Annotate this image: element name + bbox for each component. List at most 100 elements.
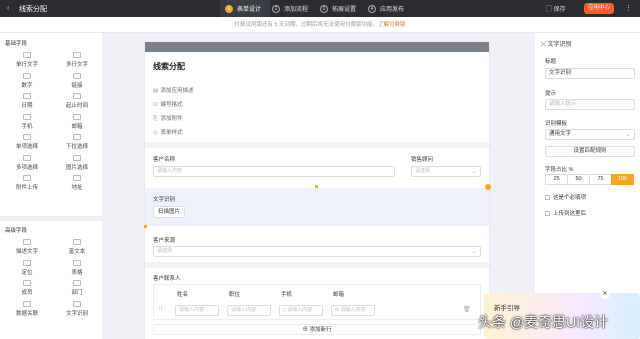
hint-label: 提示 <box>545 91 557 97</box>
width-option-75[interactable]: 75 <box>589 174 612 185</box>
customer-name-label: 客户名称 <box>153 157 176 163</box>
field-item-label: 数据关联 <box>15 310 38 317</box>
section-gap <box>145 142 489 148</box>
field-item-label: 下拉选择 <box>65 144 88 150</box>
form-title[interactable]: 线索分配 <box>153 61 185 72</box>
step-number: 3 <box>320 4 328 13</box>
step-label: 拓展设置 <box>332 7 357 13</box>
save-label: 保存 <box>553 7 566 13</box>
field-type-icon <box>73 259 81 266</box>
ocr-icon: ⤫ <box>541 42 546 48</box>
width-option-50[interactable]: 50 <box>567 174 590 185</box>
step-publish[interactable]: 4 应用发布 <box>368 0 418 17</box>
field-type-icon <box>23 93 31 99</box>
field-type-icon <box>23 239 31 245</box>
step-number: 1 <box>225 4 233 13</box>
option-add-description[interactable]: ▤ 添加应用描述 <box>153 86 194 94</box>
option-label: 添加附件 <box>160 116 183 122</box>
scan-image-button[interactable]: 扫描图片 <box>153 206 185 218</box>
step-nav: 1 表单设计 2 添加流程 3 拓展设置 4 应用发布 <box>220 0 420 17</box>
field-type-icon <box>73 134 81 140</box>
required-checkbox[interactable]: 这是个必填项 <box>545 193 586 201</box>
style-icon: ◎ <box>153 130 158 136</box>
upload-checkbox[interactable]: 上传到这里后 <box>545 209 586 217</box>
option-form-style[interactable]: ◎ 表单样式 <box>153 128 183 136</box>
field-item-label: 富文本 <box>68 249 86 255</box>
option-number-format[interactable]: ☑ 编号格式 <box>153 100 183 108</box>
field-item-label: 手机 <box>21 123 33 130</box>
save-button[interactable]: ▢ 保存 <box>546 4 566 13</box>
watermark: 头条 @麦奇思UI设计 <box>478 314 609 330</box>
notice-link[interactable]: 了解付费版 <box>378 22 406 28</box>
add-row-label: 添加新行 <box>309 327 332 333</box>
field-item-label: 单项选择 <box>15 144 38 150</box>
step-form-design[interactable]: 1 表单设计 <box>220 0 270 17</box>
field-item-label: 地址 <box>71 185 83 191</box>
title-input[interactable]: 文字识别 <box>545 68 635 79</box>
field-item[interactable]: 地址 <box>53 172 101 196</box>
template-label: 识别模板 <box>545 121 568 127</box>
close-icon[interactable]: ✕ <box>600 289 610 299</box>
field-item-label: 图片选择 <box>65 164 88 171</box>
app-center-button[interactable]: 应用中心 <box>584 3 614 14</box>
more-icon[interactable]: ⋮ <box>625 4 632 12</box>
title-label: 标题 <box>545 59 557 65</box>
form-canvas: 线索分配 ▤ 添加应用描述 ☑ 编号格式 ⎘ 添加附件 ◎ 表单样式 客户名称 … <box>145 42 491 339</box>
chevron-down-icon: ⌄ <box>471 249 476 255</box>
basic-fields-title: 基础字段 <box>5 41 28 47</box>
field-type-icon <box>23 134 31 140</box>
field-type-icon <box>73 154 81 161</box>
required-label: 这是个必填项 <box>553 195 587 201</box>
advanced-fields-title: 高级字段 <box>5 228 28 234</box>
ocr-field-selected[interactable] <box>145 188 489 226</box>
delete-row-icon[interactable]: 🗑 <box>463 306 471 313</box>
email-cell-input[interactable]: ✉ 请输入内容 <box>331 305 375 316</box>
width-option-25[interactable]: 25 <box>545 174 568 185</box>
step-number: 4 <box>368 4 376 13</box>
hint-input[interactable]: 请输入提示 <box>545 99 635 110</box>
notice-text: 付费试用版还有 5 天到期，过期后将无法使用付费版功能， <box>234 22 379 28</box>
step-extend-settings[interactable]: 3 拓展设置 <box>320 0 368 17</box>
field-item-label: 定位 <box>21 269 33 276</box>
field-item[interactable]: 文字识别 <box>53 298 101 322</box>
source-placeholder: 请选择 <box>157 248 173 254</box>
name-cell-input[interactable]: 请输入内容 <box>175 305 219 316</box>
match-rules-button[interactable]: 设置匹配规则 <box>545 146 635 157</box>
field-resize-handle[interactable] <box>485 184 491 190</box>
field-type-icon <box>73 72 81 79</box>
field-item[interactable]: 数据关联 <box>3 298 51 322</box>
column-header-name: 姓名 <box>177 292 189 298</box>
section-gap <box>145 262 489 268</box>
check-icon: ☑ <box>153 102 158 108</box>
step-add-flow[interactable]: 2 添加流程 <box>272 0 320 17</box>
step-label: 表单设计 <box>237 7 262 13</box>
field-item-label: 多行文字 <box>65 62 88 68</box>
back-icon[interactable]: ‹ <box>7 5 9 12</box>
trial-notice: 付费试用版还有 5 天到期，过期后将无法使用付费版功能，了解付费版 <box>0 17 640 33</box>
option-label: 表单样式 <box>160 130 183 136</box>
field-item[interactable]: 附件上传 <box>3 172 51 196</box>
add-row-button[interactable]: ⊕ 添加新行 <box>153 324 481 335</box>
field-item-label: 附件上传 <box>15 185 38 191</box>
width-option-100[interactable]: 100 <box>611 174 634 185</box>
field-item-label: 部门 <box>71 290 83 296</box>
template-select[interactable]: 通用文字 ⌄ <box>545 129 635 140</box>
field-type-icon <box>73 175 81 181</box>
email-placeholder: 请输入内容 <box>340 307 366 313</box>
sales-select[interactable]: 请选择 ⌄ <box>411 166 481 177</box>
drag-handle-icon[interactable]: ⁞⁞ <box>159 306 162 312</box>
customer-name-input[interactable]: 请输入内容 <box>153 166 395 177</box>
step-label: 添加流程 <box>284 7 309 13</box>
source-select[interactable]: 请选择 ⌄ <box>153 246 481 257</box>
column-header-phone: 手机 <box>281 292 293 298</box>
field-type-icon <box>23 52 31 58</box>
position-cell-input[interactable]: 请输入内容 <box>227 305 271 316</box>
template-value: 通用文字 <box>549 131 572 137</box>
field-palette: 基础字段 单行文字 多行文字 数字 链接 日期 起止时间 手机 邮箱 单项选择 下拉选择 多项选择 图… <box>0 33 102 339</box>
phone-placeholder: 请输入内容 <box>287 307 313 313</box>
phone-cell-input[interactable]: ▯ 请输入内容 <box>279 305 323 316</box>
option-add-attachment[interactable]: ⎘ 添加附件 <box>153 114 183 123</box>
field-type-icon <box>23 113 31 120</box>
drop-indicator <box>315 185 318 188</box>
app-title: 线索分配 <box>19 6 47 13</box>
